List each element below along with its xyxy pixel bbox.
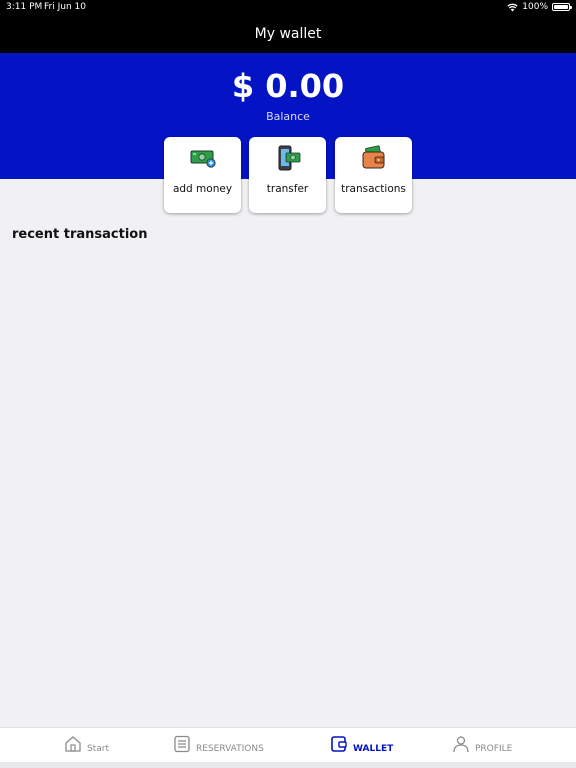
tab-profile[interactable]: PROFILE: [452, 728, 512, 760]
tab-profile-label: PROFILE: [475, 744, 513, 754]
wallet-icon: [331, 736, 347, 752]
wallet-icon: [362, 145, 384, 169]
transactions-button[interactable]: transactions: [335, 137, 412, 213]
status-right: 100%: [507, 2, 572, 12]
status-time: 3:11 PM: [6, 2, 43, 12]
tab-reservations-label: RESERVATIONS: [196, 744, 264, 754]
tab-wallet-label: WALLET: [353, 744, 394, 754]
tab-start-label: Start: [87, 744, 109, 754]
home-indicator: [0, 762, 576, 768]
recent-transactions-heading: recent transaction: [12, 227, 148, 242]
add-money-icon: [190, 150, 216, 168]
page-title: My wallet: [254, 26, 322, 42]
transfer-button[interactable]: transfer: [249, 137, 326, 213]
status-bar: 3:11 PM Fri Jun 10 100%: [0, 0, 576, 16]
status-date: Fri Jun 10: [44, 2, 86, 12]
tab-reservations[interactable]: RESERVATIONS: [173, 728, 264, 760]
balance-amount: $ 0.00: [231, 67, 345, 105]
list-icon: [174, 735, 190, 753]
wifi-icon: [507, 3, 518, 11]
battery-icon: [552, 3, 572, 11]
person-icon: [453, 736, 469, 753]
balance-label: Balance: [266, 110, 310, 123]
transactions-label: transactions: [341, 183, 406, 195]
add-money-button[interactable]: add money: [164, 137, 241, 213]
wallet-actions: add money transfer transactions: [0, 137, 576, 213]
transfer-label: transfer: [266, 183, 309, 195]
battery-percent: 100%: [522, 2, 548, 12]
tab-bar: Start RESERVATIONS WALLET PROFILE: [0, 727, 576, 768]
add-money-label: add money: [172, 183, 233, 195]
phone-transfer-icon: [278, 145, 300, 171]
nav-bar: My wallet: [0, 16, 576, 53]
home-icon: [65, 736, 81, 752]
tab-wallet[interactable]: WALLET: [330, 728, 393, 760]
tab-start[interactable]: Start: [64, 728, 109, 760]
